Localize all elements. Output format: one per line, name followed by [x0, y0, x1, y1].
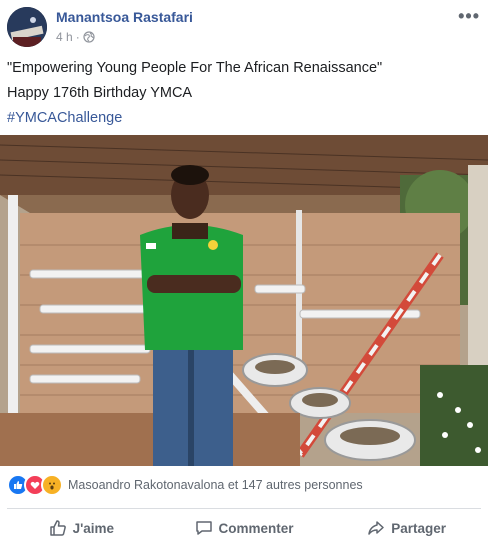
post-photo[interactable]	[0, 135, 488, 466]
post-text: "Empowering Young People For The African…	[7, 56, 382, 131]
post-card: Manantsoa Rastafari 4 h · ••• "Empowerin…	[0, 0, 488, 549]
share-label: Partager	[391, 520, 447, 536]
post-time[interactable]: 4 h	[56, 30, 73, 44]
comment-label: Commenter	[218, 520, 294, 536]
post-line: "Empowering Young People For The African…	[7, 60, 383, 76]
reactions-bar[interactable]: Masoandro Rakotonavalona et 147 autres p…	[7, 474, 363, 496]
like-label: J'aime	[72, 520, 115, 536]
share-icon	[367, 519, 385, 537]
post-actions: J'aime Commenter Partager	[0, 512, 488, 544]
post-line: Happy 176th Birthday YMCA	[7, 85, 193, 101]
meta-separator: ·	[75, 30, 80, 44]
globe-icon[interactable]	[83, 31, 95, 43]
comment-button[interactable]: Commenter	[163, 512, 326, 544]
author-name[interactable]: Manantsoa Rastafari	[56, 9, 193, 25]
hashtag-link[interactable]: #YMCAChallenge	[7, 106, 382, 131]
post-meta: 4 h ·	[56, 30, 95, 44]
thumbs-up-icon	[49, 519, 67, 537]
share-button[interactable]: Partager	[325, 512, 488, 544]
avatar[interactable]	[7, 7, 47, 47]
more-options-icon[interactable]: •••	[458, 6, 480, 27]
divider	[7, 508, 481, 509]
reactions-summary[interactable]: Masoandro Rakotonavalona et 147 autres p…	[68, 478, 363, 492]
like-button[interactable]: J'aime	[0, 512, 163, 544]
wow-icon	[41, 474, 63, 496]
comment-icon	[195, 519, 213, 537]
